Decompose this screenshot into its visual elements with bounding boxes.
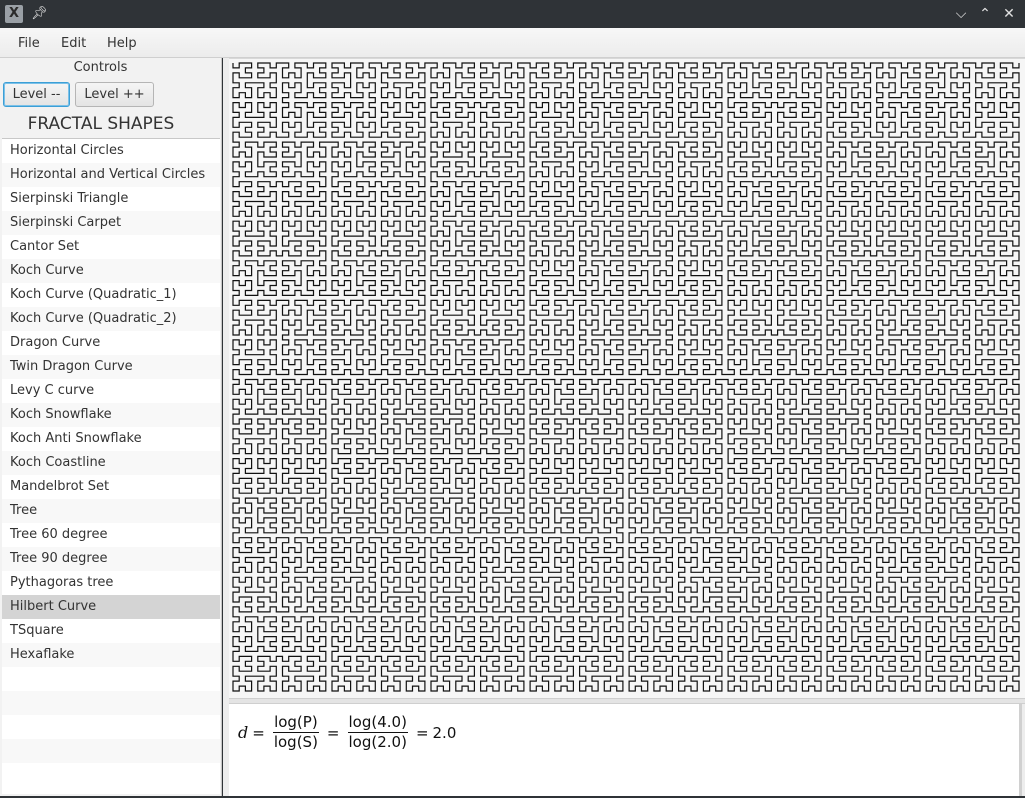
shape-list-item[interactable]: Mandelbrot Set	[2, 475, 220, 499]
formula-symbolic-fraction: log(P) log(S)	[273, 714, 319, 751]
formula-equals: =	[252, 723, 265, 742]
dimension-formula: d = log(P) log(S) = log(4.0) log(2.0) = …	[238, 714, 456, 751]
app-icon: X	[5, 5, 23, 23]
close-icon: ✕	[1003, 6, 1015, 22]
shape-list-item[interactable]: Koch Curve (Quadratic_1)	[2, 283, 220, 307]
level-down-button[interactable]: Level --	[3, 82, 70, 107]
fractal-shapes-title: FRACTAL SHAPES	[27, 114, 175, 134]
shape-list-item[interactable]: Koch Anti Snowflake	[2, 427, 220, 451]
shape-list-item[interactable]: TSquare	[2, 619, 220, 643]
close-button[interactable]: ✕	[999, 4, 1019, 24]
shape-list-empty-row	[2, 715, 220, 739]
shape-list-item[interactable]: Koch Snowflake	[2, 403, 220, 427]
formula-panel: d = log(P) log(S) = log(4.0) log(2.0) = …	[229, 704, 1022, 796]
shape-list-item[interactable]: Cantor Set	[2, 235, 220, 259]
formula-equals: =	[415, 723, 429, 742]
formula-numerator: log(P)	[273, 713, 319, 733]
shape-list-item[interactable]: Koch Coastline	[2, 451, 220, 475]
chevron-up-icon: ⌃	[979, 6, 991, 22]
shape-list-empty-row	[2, 739, 220, 763]
chevron-down-icon: ⌵	[955, 6, 967, 22]
shape-list-item[interactable]: Hilbert Curve	[2, 595, 220, 619]
hilbert-curve-path	[232, 62, 1020, 692]
controls-label: Controls	[73, 60, 128, 75]
shape-list-item[interactable]: Dragon Curve	[2, 331, 220, 355]
pin-icon[interactable]: 📌︎	[31, 5, 48, 23]
shape-list-item[interactable]: Sierpinski Triangle	[2, 187, 220, 211]
minimize-button[interactable]: ⌵	[951, 4, 971, 24]
formula-lhs: d	[238, 723, 249, 742]
shape-list-item[interactable]: Tree 90 degree	[2, 547, 220, 571]
shape-list-item[interactable]: Tree 60 degree	[2, 523, 220, 547]
shape-list-item[interactable]: Twin Dragon Curve	[2, 355, 220, 379]
formula-result: 2.0	[432, 723, 457, 742]
shape-list-item[interactable]: Hexaflake	[2, 643, 220, 667]
shape-list-empty-row	[2, 691, 220, 715]
formula-numerator-value: log(4.0)	[347, 713, 408, 733]
shape-list-item[interactable]: Sierpinski Carpet	[2, 211, 220, 235]
menu-edit[interactable]: Edit	[61, 36, 86, 51]
shape-list-item[interactable]: Koch Curve	[2, 259, 220, 283]
shape-list-empty-row	[2, 667, 220, 691]
shape-list-empty-row	[2, 763, 220, 787]
hilbert-curve-drawing	[232, 62, 1020, 692]
formula-denominator: log(S)	[273, 733, 318, 751]
fractal-canvas	[229, 58, 1025, 698]
shape-list-item[interactable]: Koch Curve (Quadratic_2)	[2, 307, 220, 331]
shape-list-item[interactable]: Horizontal and Vertical Circles	[2, 163, 220, 187]
menu-bar: File Edit Help	[0, 28, 1025, 58]
right-panel: d = log(P) log(S) = log(4.0) log(2.0) = …	[223, 58, 1025, 796]
maximize-button[interactable]: ⌃	[975, 4, 995, 24]
fractal-shape-list[interactable]: Horizontal Circles Horizontal and Vertica…	[2, 138, 220, 794]
formula-equals: =	[326, 723, 340, 742]
formula-denominator-value: log(2.0)	[348, 733, 407, 751]
title-bar: X 📌︎ ⌵ ⌃ ✕	[0, 0, 1025, 28]
shape-list-item[interactable]: Pythagoras tree	[2, 571, 220, 595]
shape-list-item[interactable]: Levy C curve	[2, 379, 220, 403]
shape-list-item[interactable]: Tree	[2, 499, 220, 523]
left-panel: Controls Level -- Level ++ FRACTAL SHAPE…	[0, 58, 222, 796]
menu-file[interactable]: File	[18, 36, 40, 51]
menu-help[interactable]: Help	[107, 36, 137, 51]
formula-value-fraction: log(4.0) log(2.0)	[347, 713, 408, 751]
level-up-button[interactable]: Level ++	[75, 82, 154, 107]
shape-list-item[interactable]: Horizontal Circles	[2, 139, 220, 163]
